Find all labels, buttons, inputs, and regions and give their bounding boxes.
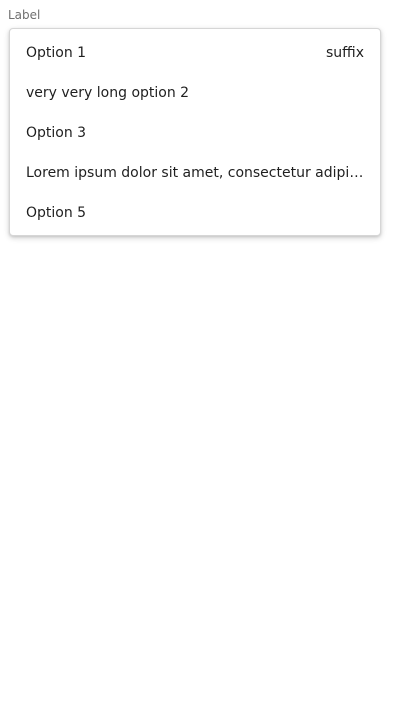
menu-option-label: Option 5: [26, 205, 87, 221]
dropdown-menu: Option 1 suffix very very long option 2 …: [9, 28, 381, 236]
menu-option-label: Option 3: [26, 125, 87, 141]
menu-option-2[interactable]: very very long option 2: [10, 73, 380, 113]
menu-option-4[interactable]: Lorem ipsum dolor sit amet, consectetur …: [10, 153, 380, 193]
menu-option-3[interactable]: Option 3: [10, 113, 380, 153]
menu-option-1[interactable]: Option 1 suffix: [10, 33, 380, 73]
menu-option-label: very very long option 2: [26, 85, 190, 101]
menu-option-label: Lorem ipsum dolor sit amet, consectetur …: [26, 165, 364, 181]
menu-option-suffix: suffix: [326, 45, 364, 61]
menu-option-label: Option 1: [26, 45, 87, 61]
field-label: Label: [8, 8, 41, 22]
menu-option-5[interactable]: Option 5: [10, 193, 380, 233]
